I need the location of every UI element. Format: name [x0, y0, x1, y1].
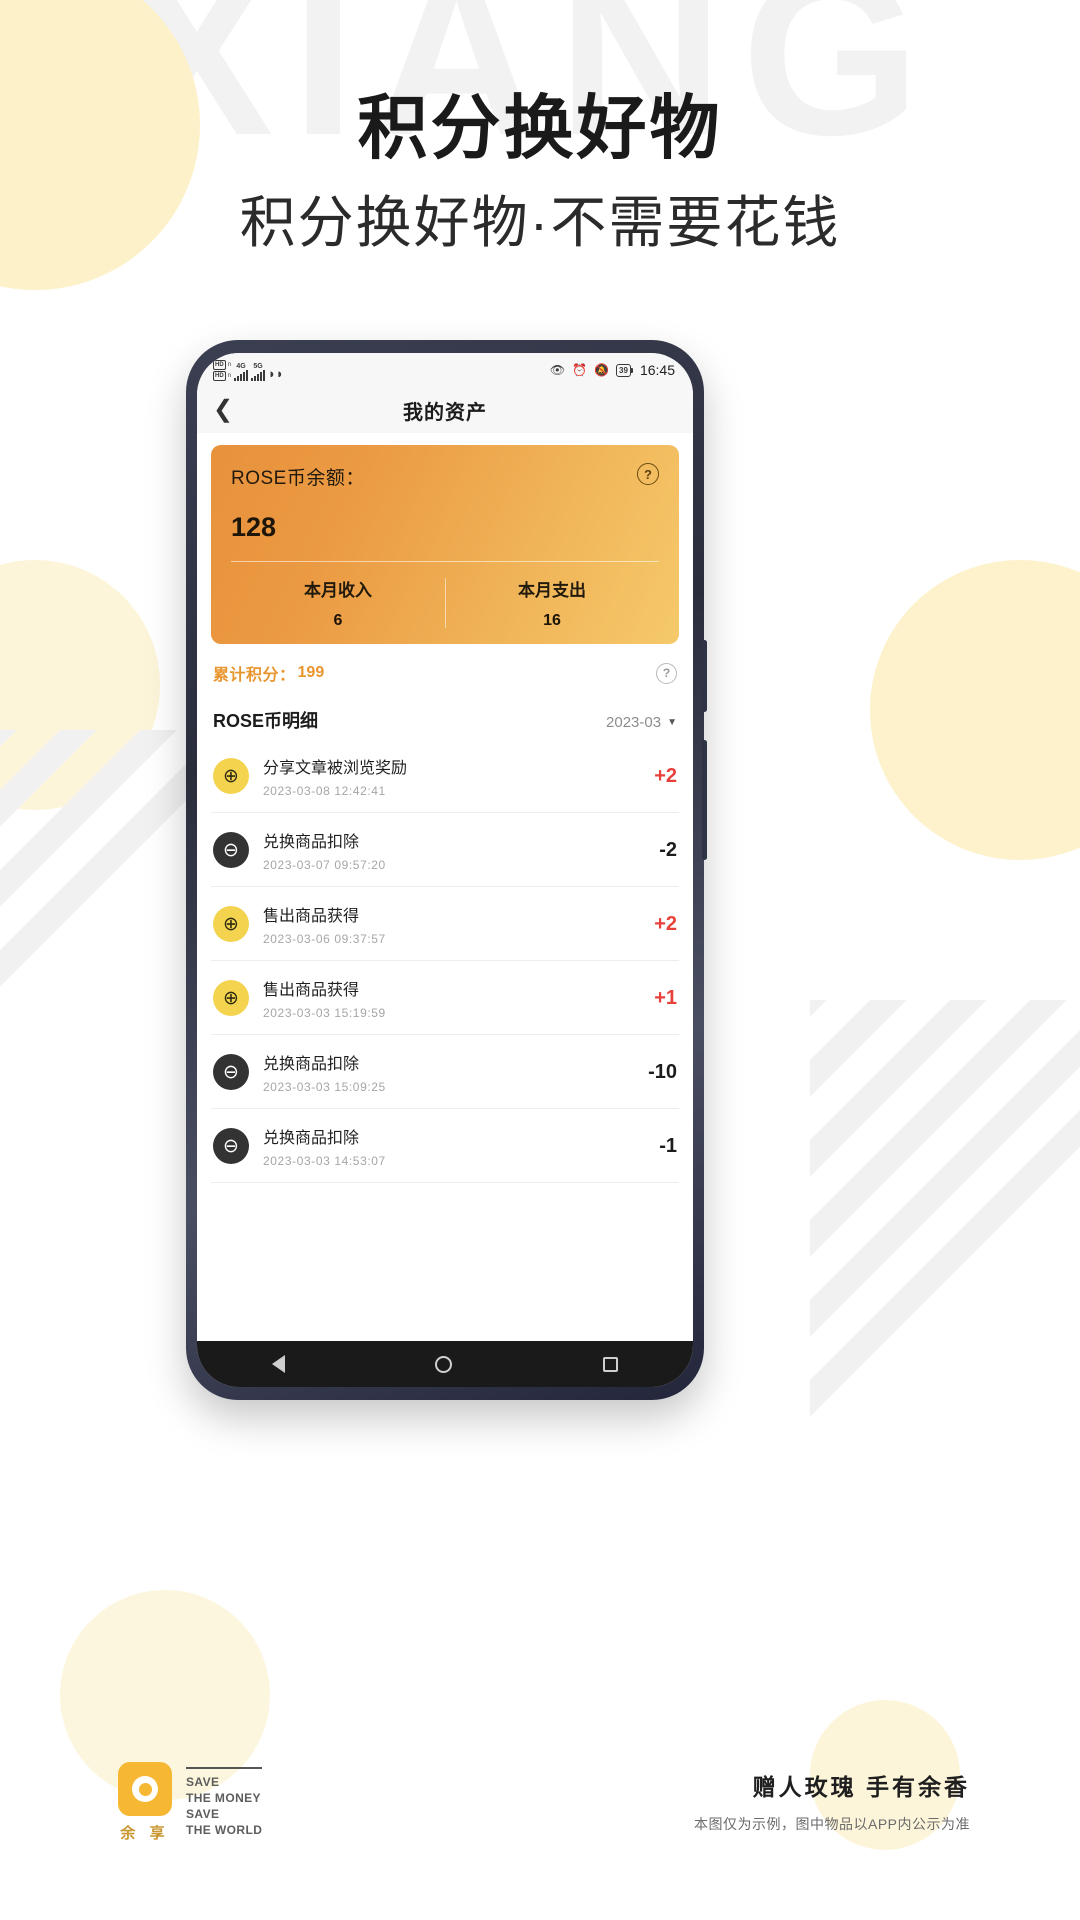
- month-selector[interactable]: 2023-03 ▼: [606, 714, 677, 731]
- poster-footer: 余 享 SAVE THE MONEY SAVE THE WORLD 赠人玫瑰 手…: [0, 1762, 1080, 1872]
- phone-mockup: HD n HD n 4G 5G ◗◗ 👁 ⏰ 🔕 39 16:45 ❮ 我的资产…: [186, 340, 707, 1400]
- android-navigation-bar: [197, 1341, 693, 1387]
- network-type-label: 4G: [236, 362, 246, 370]
- balance-label: ROSE币余额：: [231, 468, 365, 489]
- network-type-label: 5G: [253, 362, 263, 370]
- transaction-amount: +2: [654, 764, 677, 787]
- screen-content: ROSE币余额： ? 128 本月收入 6 本月支出 16 累计积分： 199 …: [197, 433, 693, 1341]
- sim-label: n: [227, 361, 232, 368]
- transaction-title: 售出商品获得: [263, 908, 360, 925]
- brand-logo-icon: [118, 1762, 172, 1816]
- footer-slogan: 赠人玫瑰 手有余香: [752, 1774, 970, 1800]
- battery-icon: 39: [616, 363, 633, 377]
- list-item[interactable]: ⊖ 兑换商品扣除 2023-03-07 09:57:20 -2: [211, 813, 679, 887]
- monthly-expense-label: 本月支出: [518, 581, 586, 600]
- navbar-title: 我的资产: [403, 401, 487, 424]
- total-points-row: 累计积分： 199 ?: [211, 661, 679, 685]
- plus-circle-icon: ⊕: [213, 980, 249, 1016]
- transaction-date: 2023-03-08 12:42:41: [263, 784, 386, 798]
- wifi-icon: ◗◗: [268, 365, 284, 381]
- circle-home-icon[interactable]: [435, 1355, 453, 1373]
- detail-title: ROSE币明细: [213, 711, 319, 731]
- decorative-stripes: [810, 1000, 1080, 1620]
- monthly-expense-stat: 本月支出 16: [445, 576, 659, 630]
- status-bar: HD n HD n 4G 5G ◗◗ 👁 ⏰ 🔕 39 16:45: [197, 353, 693, 387]
- brand-tagline-line-3: SAVE: [186, 1807, 220, 1821]
- total-points-value: 199: [297, 664, 325, 681]
- decorative-blob: [870, 560, 1080, 860]
- transaction-date: 2023-03-06 09:37:57: [263, 932, 386, 946]
- phone-side-button: [702, 740, 707, 860]
- transaction-amount: +1: [654, 986, 677, 1009]
- brand-name-cn: 余 享: [120, 1825, 170, 1842]
- brand-tagline-en: SAVE THE MONEY SAVE THE WORLD: [186, 1766, 263, 1839]
- signal-group-2: 5G: [251, 362, 266, 381]
- list-item[interactable]: ⊖ 兑换商品扣除 2023-03-03 14:53:07 -1: [211, 1109, 679, 1183]
- monthly-income-value: 6: [333, 612, 343, 629]
- phone-screen: HD n HD n 4G 5G ◗◗ 👁 ⏰ 🔕 39 16:45 ❮ 我的资产…: [197, 353, 693, 1387]
- list-item[interactable]: ⊕ 售出商品获得 2023-03-03 15:19:59 +1: [211, 961, 679, 1035]
- transaction-title: 兑换商品扣除: [263, 1130, 360, 1147]
- transaction-amount: -1: [659, 1134, 677, 1157]
- bell-off-icon: 🔕: [594, 363, 610, 377]
- page-subtitle: 积分换好物·不需要花钱: [239, 191, 841, 254]
- transaction-date: 2023-03-03 15:09:25: [263, 1080, 386, 1094]
- plus-circle-icon: ⊕: [213, 758, 249, 794]
- monthly-income-label: 本月收入: [304, 581, 372, 600]
- app-navbar: ❮ 我的资产: [197, 387, 693, 433]
- balance-card: ROSE币余额： ? 128 本月收入 6 本月支出 16: [211, 445, 679, 644]
- transaction-amount: +2: [654, 912, 677, 935]
- list-item[interactable]: ⊖ 兑换商品扣除 2023-03-03 15:09:25 -10: [211, 1035, 679, 1109]
- transaction-title: 兑换商品扣除: [263, 834, 360, 851]
- hd-icon: HD: [213, 359, 226, 370]
- transaction-amount: -10: [648, 1060, 677, 1083]
- triangle-back-icon[interactable]: [272, 1355, 286, 1373]
- monthly-income-stat: 本月收入 6: [231, 576, 445, 630]
- balance-amount: 128: [231, 512, 277, 542]
- transaction-date: 2023-03-03 14:53:07: [263, 1154, 386, 1168]
- monthly-expense-value: 16: [543, 612, 561, 629]
- footer-text-block: 赠人玫瑰 手有余香 本图仅为示例，图中物品以APP内公示为准: [694, 1768, 970, 1834]
- signal-bars-icon: [251, 369, 266, 381]
- transaction-amount: -2: [659, 838, 677, 861]
- plus-circle-icon: ⊕: [213, 906, 249, 942]
- brand-tagline-line-1: SAVE: [186, 1774, 220, 1789]
- alarm-icon: ⏰: [572, 363, 588, 377]
- eye-icon: 👁: [549, 363, 566, 377]
- square-recents-icon[interactable]: [602, 1356, 618, 1372]
- hd-icon: HD: [213, 370, 226, 381]
- total-points-label: 累计积分：: [213, 667, 296, 684]
- card-divider: [231, 561, 659, 562]
- transaction-date: 2023-03-03 15:19:59: [263, 1006, 386, 1020]
- footer-disclaimer: 本图仅为示例，图中物品以APP内公示为准: [693, 1816, 970, 1832]
- brand-tagline-line-2: THE MONEY: [186, 1790, 261, 1805]
- help-icon[interactable]: ?: [656, 662, 677, 684]
- transaction-title: 兑换商品扣除: [263, 1056, 360, 1073]
- detail-header: ROSE币明细 2023-03 ▼: [211, 707, 679, 733]
- transaction-title: 分享文章被浏览奖励: [263, 760, 408, 777]
- sim-label: n: [227, 372, 232, 379]
- transaction-list: ⊕ 分享文章被浏览奖励 2023-03-08 12:42:41 +2 ⊖ 兑换商…: [211, 739, 679, 1183]
- brand-tagline-line-4: THE WORLD: [186, 1823, 263, 1838]
- transaction-title: 售出商品获得: [263, 982, 360, 999]
- list-item[interactable]: ⊕ 分享文章被浏览奖励 2023-03-08 12:42:41 +2: [211, 739, 679, 813]
- minus-circle-icon: ⊖: [213, 1054, 249, 1090]
- help-icon[interactable]: ?: [637, 463, 659, 485]
- month-selector-value: 2023-03: [606, 714, 662, 731]
- status-time: 16:45: [639, 362, 675, 378]
- page-title: 积分换好物: [357, 89, 723, 167]
- volte-indicators: HD n HD n: [213, 359, 232, 381]
- transaction-date: 2023-03-07 09:57:20: [263, 858, 386, 872]
- minus-circle-icon: ⊖: [213, 832, 249, 868]
- signal-bars-icon: [234, 369, 249, 381]
- chevron-down-icon: ▼: [667, 717, 677, 728]
- signal-group-1: 4G: [234, 362, 249, 381]
- minus-circle-icon: ⊖: [213, 1128, 249, 1164]
- list-item[interactable]: ⊕ 售出商品获得 2023-03-06 09:37:57 +2: [211, 887, 679, 961]
- brand-block: 余 享 SAVE THE MONEY SAVE THE WORLD: [118, 1762, 263, 1843]
